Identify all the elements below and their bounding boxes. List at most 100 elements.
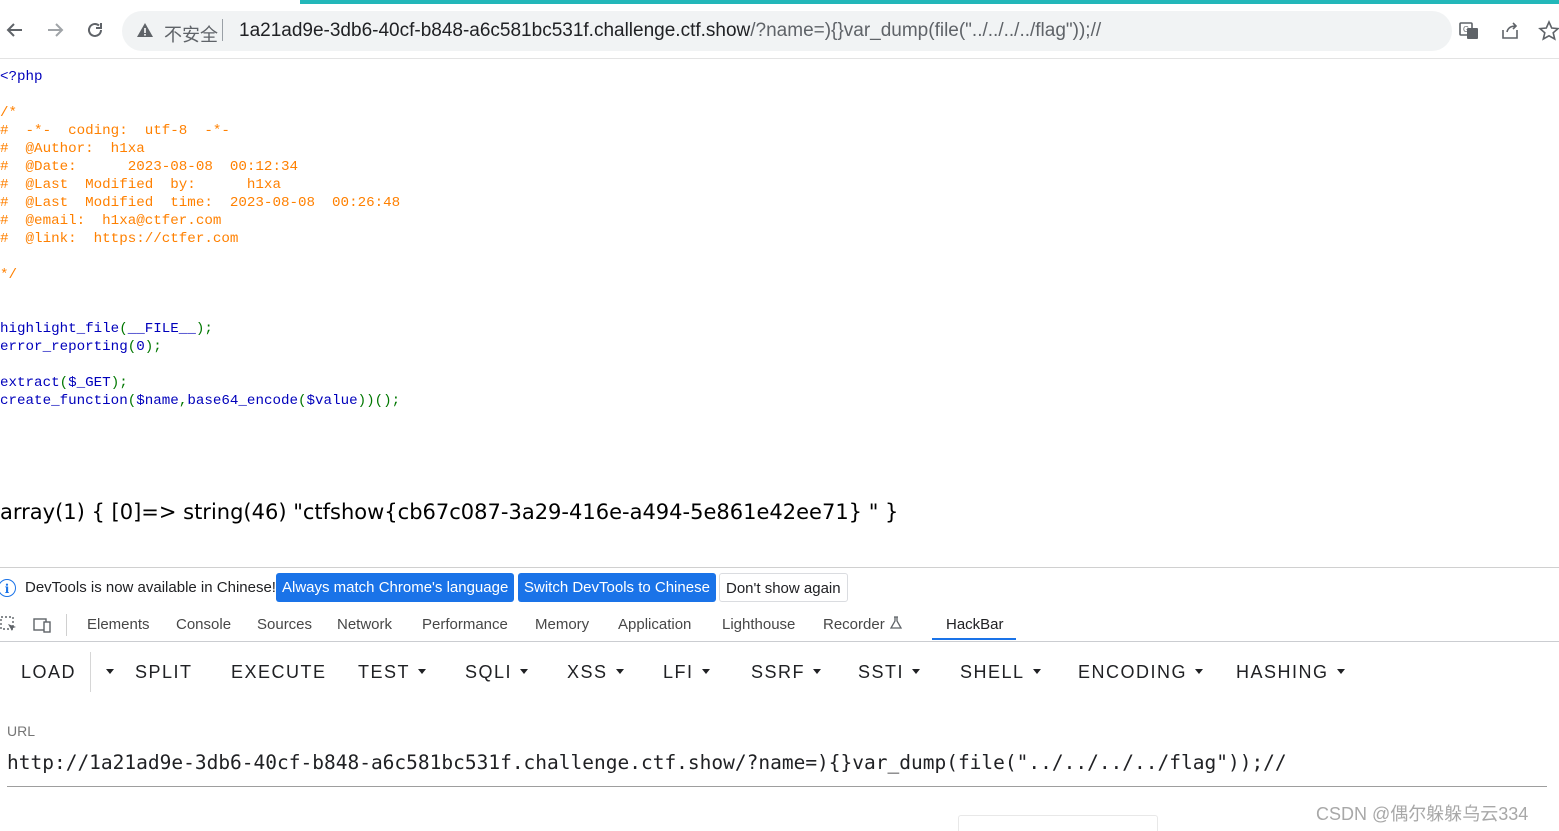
bookmark-star-icon[interactable] (1538, 20, 1559, 42)
tab-memory[interactable]: Memory (535, 616, 589, 633)
hackbar-ssti-menu[interactable]: SSTI (858, 662, 921, 683)
code-line: */ (0, 266, 400, 284)
devtools-language-infobar: i DevTools is now available in Chinese! … (0, 567, 1559, 609)
inspect-element-icon[interactable] (0, 616, 18, 634)
address-bar[interactable]: 不安全 1a21ad9e-3db6-40cf-b848-a6c581bc531f… (122, 11, 1452, 51)
tab-application[interactable]: Application (618, 616, 691, 633)
code-line: # @Date: 2023-08-08 00:12:34 (0, 158, 400, 176)
php-source-code: <?php /* # -*- coding: utf-8 -*- # @Author… (0, 68, 400, 410)
code-token: # @Author: h1xa (0, 141, 145, 157)
code-token: error_reporting (0, 339, 128, 355)
caret-down-icon (1195, 668, 1204, 674)
infobar-message: DevTools is now available in Chinese! (25, 579, 276, 596)
tab-elements[interactable]: Elements (87, 616, 150, 633)
tabbar-divider (66, 614, 67, 636)
forward-icon[interactable] (42, 17, 68, 43)
code-token: ); (110, 375, 128, 391)
caret-down-icon (1336, 668, 1345, 674)
hackbar-execute-button[interactable]: EXECUTE (231, 662, 327, 683)
code-line: create_function($name,base64_encode($val… (0, 392, 400, 410)
hackbar-ssrf-label: SSRF (751, 662, 806, 682)
code-line: error_reporting(0); (0, 338, 400, 356)
code-token: */ (0, 267, 18, 283)
svg-text:G: G (1463, 25, 1469, 34)
code-token: ( (119, 321, 128, 337)
hackbar-load-button[interactable]: LOAD (21, 662, 76, 683)
hackbar-url-input[interactable]: http://1a21ad9e-3db6-40cf-b848-a6c581bc5… (7, 751, 1287, 774)
code-token: ( (298, 393, 307, 409)
caret-down-icon (813, 668, 822, 674)
hackbar-hashing-label: HASHING (1236, 662, 1329, 682)
hackbar-shell-menu[interactable]: SHELL (960, 662, 1041, 683)
hackbar-lfi-label: LFI (663, 662, 694, 682)
info-icon: i (0, 579, 16, 597)
tab-network[interactable]: Network (337, 616, 392, 633)
warning-icon[interactable] (136, 21, 154, 39)
hackbar-ssrf-menu[interactable]: SSRF (751, 662, 822, 683)
code-token: ( (127, 339, 137, 355)
code-line: # @Author: h1xa (0, 140, 400, 158)
hackbar-hashing-menu[interactable]: HASHING (1236, 662, 1345, 683)
code-token: $value (306, 393, 358, 409)
tab-sources[interactable]: Sources (257, 616, 312, 633)
switch-devtools-chinese-button[interactable]: Switch DevTools to Chinese (518, 573, 716, 602)
hackbar-test-menu[interactable]: TEST (358, 662, 427, 683)
hackbar-xss-label: XSS (567, 662, 608, 682)
code-token: # @Last Modified time: 2023-08-08 00:26:… (0, 195, 401, 211)
hackbar-load-dropdown[interactable] (98, 662, 114, 683)
code-token: create_function (0, 393, 128, 409)
code-token: # @email: h1xa@ctfer.com (0, 213, 222, 229)
code-token: highlight_file (0, 321, 120, 337)
hackbar-ssti-label: SSTI (858, 662, 905, 682)
tab-performance[interactable]: Performance (422, 616, 508, 633)
caret-down-icon (520, 668, 529, 674)
code-token: # @link: https://ctfer.com (0, 231, 239, 247)
code-line: /* (0, 104, 400, 122)
flask-icon (889, 616, 902, 629)
hackbar-encoding-menu[interactable]: ENCODING (1078, 662, 1204, 683)
code-line: <?php (0, 68, 400, 86)
code-token: $_GET (68, 375, 111, 391)
hackbar-sqli-label: SQLI (465, 662, 513, 682)
url-host: 1a21ad9e-3db6-40cf-b848-a6c581bc531f.cha… (239, 20, 751, 41)
code-token: ( (127, 393, 137, 409)
dont-show-again-button[interactable]: Don't show again (719, 573, 848, 602)
hackbar-split-button[interactable]: SPLIT (135, 662, 193, 683)
insecure-label[interactable]: 不安全 (164, 21, 218, 47)
reload-icon[interactable] (82, 17, 108, 43)
back-icon[interactable] (2, 17, 28, 43)
tab-hackbar[interactable]: HackBar (946, 616, 1004, 633)
code-token: <?php (0, 69, 43, 85)
always-match-language-button[interactable]: Always match Chrome's language (276, 573, 515, 602)
hackbar-shell-label: SHELL (960, 662, 1025, 682)
code-line: # @Last Modified by: h1xa (0, 176, 400, 194)
hackbar-sqli-menu[interactable]: SQLI (465, 662, 529, 683)
tab-recorder-label: Recorder (823, 616, 885, 633)
caret-down-icon (418, 668, 427, 674)
tab-lighthouse[interactable]: Lighthouse (722, 616, 795, 633)
csdn-watermark: CSDN @偶尔躲躲乌云334 (1316, 804, 1529, 824)
url-path: /?name=){}var_dump(file("../../../../fla… (750, 20, 1102, 41)
device-toolbar-icon[interactable] (33, 616, 51, 634)
code-token: ); (195, 321, 213, 337)
address-url[interactable]: 1a21ad9e-3db6-40cf-b848-a6c581bc531f.cha… (239, 20, 1101, 42)
tab-console[interactable]: Console (176, 616, 231, 633)
code-line: # -*- coding: utf-8 -*- (0, 122, 400, 140)
code-token: ( (59, 375, 69, 391)
code-line: # @link: https://ctfer.com (0, 230, 400, 248)
hackbar-test-label: TEST (358, 662, 411, 682)
share-icon[interactable] (1499, 20, 1521, 42)
hackbar-xss-menu[interactable]: XSS (567, 662, 624, 683)
hackbar-url-label: URL (7, 723, 36, 739)
code-token: $name (136, 393, 179, 409)
translate-icon[interactable]: G (1458, 20, 1480, 42)
code-token: base64_encode (187, 393, 299, 409)
page-load-progress (300, 0, 1559, 4)
hackbar-lfi-menu[interactable]: LFI (663, 662, 710, 683)
code-line: extract($_GET); (0, 374, 400, 392)
tab-recorder[interactable]: Recorder (823, 616, 903, 633)
